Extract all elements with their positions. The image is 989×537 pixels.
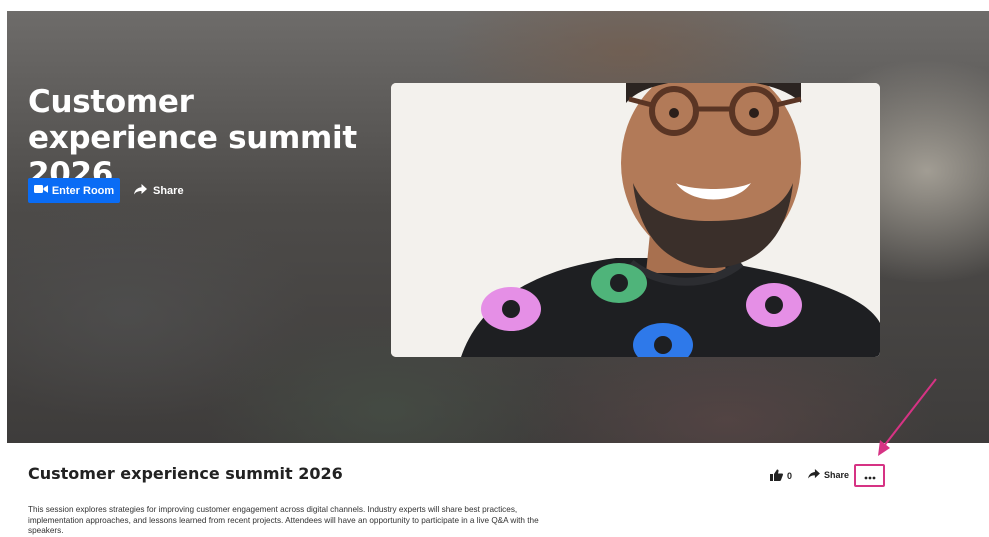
speaker-photo <box>391 83 880 357</box>
like-button[interactable]: 0 <box>770 469 792 483</box>
share-arrow-icon <box>808 469 820 481</box>
annotation-arrow-icon <box>878 378 937 456</box>
hero-title: Customer experience summit 2026 <box>28 84 357 192</box>
like-count: 0 <box>787 471 793 481</box>
session-title: Customer experience summit 2026 <box>28 464 343 483</box>
hero-share-button[interactable]: Share <box>134 182 184 200</box>
more-options-button[interactable] <box>854 464 885 487</box>
details-share-label: Share <box>824 470 850 480</box>
thumbs-up-icon <box>770 469 783 483</box>
share-arrow-icon <box>134 184 147 198</box>
hero-share-label: Share <box>153 185 184 197</box>
hero-banner: Customer experience summit 2026 Enter Ro… <box>7 11 989 443</box>
enter-room-label: Enter Room <box>51 184 115 197</box>
details-share-button[interactable]: Share <box>808 469 849 481</box>
session-description: This session explores strategies for imp… <box>28 505 539 535</box>
more-options-icon <box>864 467 876 485</box>
video-camera-icon <box>33 184 48 197</box>
enter-room-button[interactable]: Enter Room <box>28 178 120 203</box>
